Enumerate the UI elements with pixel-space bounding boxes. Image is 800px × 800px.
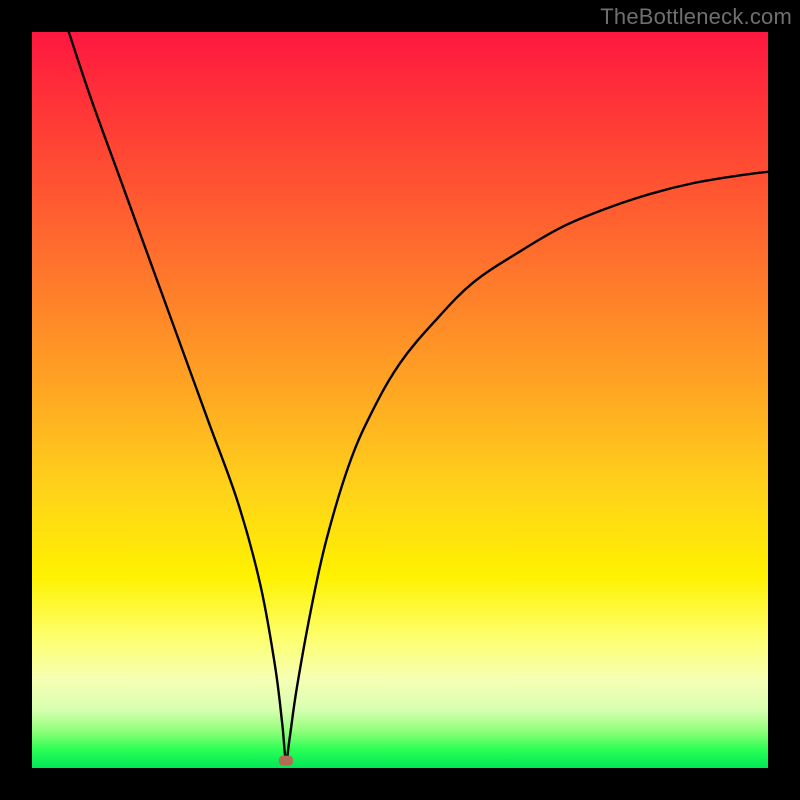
optimal-point-marker bbox=[279, 756, 293, 766]
bottleneck-curve bbox=[69, 32, 768, 761]
chart-frame: TheBottleneck.com bbox=[0, 0, 800, 800]
curve-layer bbox=[32, 32, 768, 768]
watermark-text: TheBottleneck.com bbox=[600, 4, 792, 30]
plot-area bbox=[32, 32, 768, 768]
